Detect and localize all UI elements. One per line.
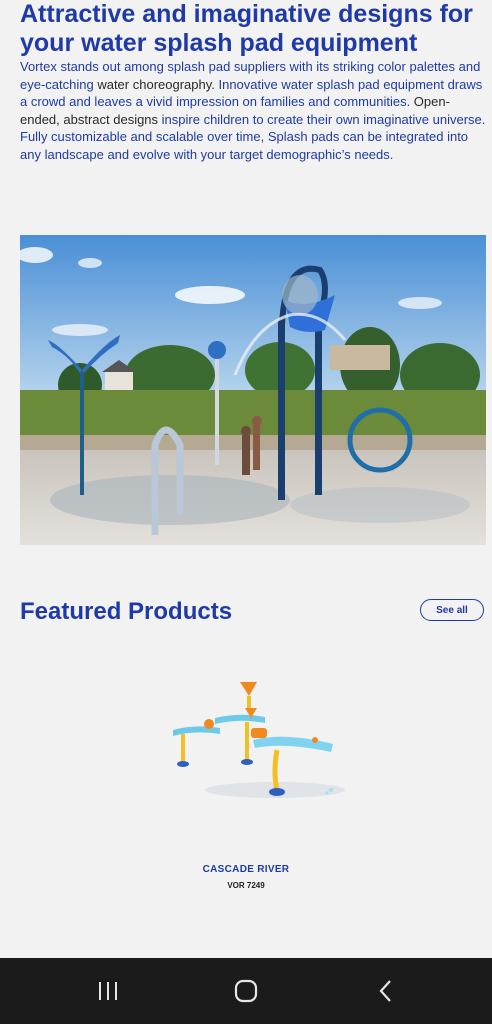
hero-photo-splash-pad bbox=[20, 235, 486, 545]
page-content: Attractive and imaginative designs for y… bbox=[0, 0, 492, 958]
page-headline: Attractive and imaginative designs for y… bbox=[20, 0, 473, 57]
intro-paragraph: Vortex stands out among splash pad suppl… bbox=[20, 58, 488, 163]
product-code: VOR 7249 bbox=[227, 881, 265, 890]
system-navigation-bar bbox=[0, 958, 492, 1024]
intro-text-2: water choreography bbox=[97, 76, 212, 92]
product-name[interactable]: CASCADE RIVER bbox=[0, 864, 492, 875]
back-icon[interactable] bbox=[366, 976, 406, 1006]
product-image-cascade-river[interactable] bbox=[165, 672, 350, 807]
featured-products-heading: Featured Products bbox=[20, 598, 233, 625]
recent-apps-icon[interactable] bbox=[88, 976, 128, 1006]
see-all-button[interactable]: See all bbox=[420, 599, 484, 621]
home-icon[interactable] bbox=[226, 976, 266, 1006]
